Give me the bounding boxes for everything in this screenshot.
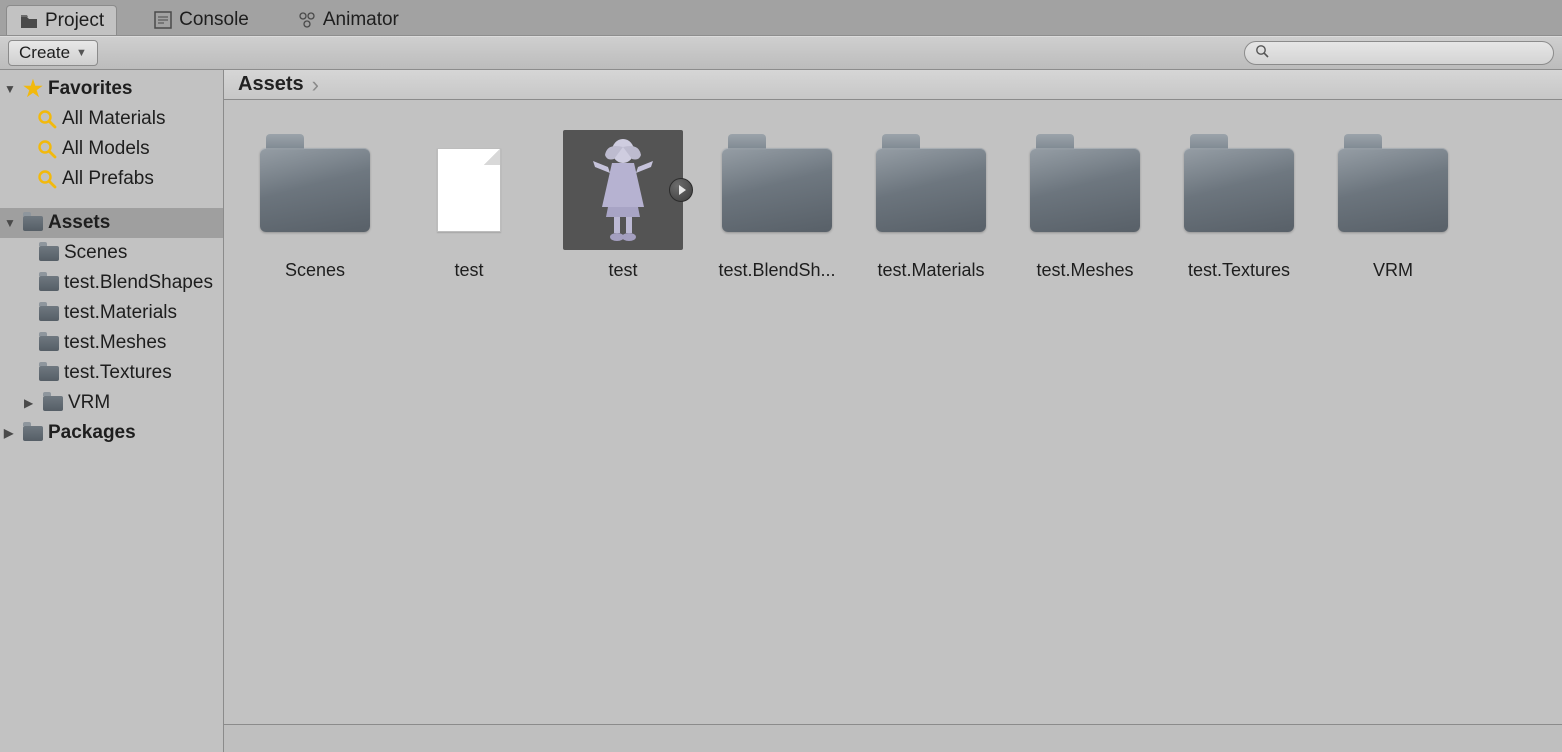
tree-packages[interactable]: ▶ Packages (0, 418, 223, 448)
play-badge-icon[interactable] (669, 178, 693, 202)
asset-item-label: test.Textures (1188, 260, 1290, 281)
folder-icon (38, 242, 60, 264)
asset-item-label: test.Materials (877, 260, 984, 281)
status-bar (224, 724, 1562, 752)
search-field[interactable] (1244, 41, 1554, 65)
tree-favorites[interactable]: ▼ ★ Favorites (0, 74, 223, 104)
tree-assets[interactable]: ▼ Assets (0, 208, 223, 238)
asset-item-label: test (608, 260, 637, 281)
dropdown-caret-icon: ▼ (76, 47, 87, 59)
asset-item-test-prefab[interactable]: test (562, 130, 684, 281)
search-icon (36, 108, 58, 130)
tree-fav-all-prefabs[interactable]: All Prefabs (0, 164, 223, 194)
search-input[interactable] (1275, 45, 1543, 62)
expand-arrow-icon[interactable]: ▶ (4, 426, 18, 440)
create-button-label: Create (19, 43, 70, 63)
animator-icon (297, 10, 317, 30)
asset-item-label: test.Meshes (1036, 260, 1133, 281)
chevron-right-icon: › (312, 72, 319, 98)
asset-item-test-file[interactable]: test (408, 130, 530, 281)
tree-fav-all-materials[interactable]: All Materials (0, 104, 223, 134)
asset-item-materials[interactable]: test.Materials (870, 130, 992, 281)
create-button[interactable]: Create ▼ (8, 40, 98, 66)
expand-arrow-icon[interactable]: ▶ (24, 396, 38, 410)
project-icon (19, 11, 39, 31)
breadcrumb-root[interactable]: Assets (238, 73, 304, 96)
prefab-thumbnail (563, 130, 683, 250)
expand-arrow-icon[interactable]: ▼ (4, 82, 18, 96)
asset-item-scenes[interactable]: Scenes (254, 130, 376, 281)
tree-favorites-label: Favorites (48, 78, 132, 100)
tree-item-textures[interactable]: test.Textures (0, 358, 223, 388)
tab-console-label: Console (179, 9, 249, 31)
asset-item-vrm[interactable]: VRM (1332, 130, 1454, 281)
tree-item-materials[interactable]: test.Materials (0, 298, 223, 328)
folder-icon (38, 302, 60, 324)
search-icon (1255, 44, 1269, 62)
project-toolbar: Create ▼ (0, 36, 1562, 70)
tree-item-label: test.Materials (64, 302, 177, 324)
asset-browser: Assets › Scenes test (224, 70, 1562, 752)
tree-item-label: All Models (62, 138, 150, 160)
tree-item-label: Scenes (64, 242, 127, 264)
asset-grid[interactable]: Scenes test (224, 100, 1562, 724)
tree-item-meshes[interactable]: test.Meshes (0, 328, 223, 358)
asset-item-label: test (454, 260, 483, 281)
asset-item-label: Scenes (285, 260, 345, 281)
tree-item-label: All Prefabs (62, 168, 154, 190)
asset-item-blendshapes[interactable]: test.BlendSh... (716, 130, 838, 281)
folder-icon (22, 212, 44, 234)
tab-project-label: Project (45, 10, 104, 32)
tree-fav-all-models[interactable]: All Models (0, 134, 223, 164)
search-icon (36, 168, 58, 190)
expand-arrow-icon[interactable]: ▼ (4, 216, 18, 230)
asset-item-textures[interactable]: test.Textures (1178, 130, 1300, 281)
asset-item-meshes[interactable]: test.Meshes (1024, 130, 1146, 281)
tab-console[interactable]: Console (141, 5, 261, 35)
breadcrumb: Assets › (224, 70, 1562, 100)
folder-icon (42, 392, 64, 414)
folder-icon (22, 422, 44, 444)
tab-project[interactable]: Project (6, 5, 117, 35)
tree-assets-label: Assets (48, 212, 110, 234)
folder-icon (38, 272, 60, 294)
tree-item-label: VRM (68, 392, 110, 414)
folder-icon (1333, 130, 1453, 250)
folder-icon (38, 332, 60, 354)
asset-item-label: test.BlendSh... (718, 260, 835, 281)
folder-tree: ▼ ★ Favorites All Materials All Models A… (0, 70, 224, 752)
folder-icon (717, 130, 837, 250)
tab-animator[interactable]: Animator (285, 5, 411, 35)
tree-item-scenes[interactable]: Scenes (0, 238, 223, 268)
folder-icon (871, 130, 991, 250)
console-icon (153, 10, 173, 30)
panel-tabs: Project Console Animator (0, 0, 1562, 36)
tree-packages-label: Packages (48, 422, 136, 444)
tree-item-label: test.BlendShapes (64, 272, 213, 294)
file-icon (409, 130, 529, 250)
asset-item-label: VRM (1373, 260, 1413, 281)
tree-item-vrm[interactable]: ▶ VRM (0, 388, 223, 418)
tree-item-label: test.Meshes (64, 332, 166, 354)
character-thumbnail-icon (588, 137, 658, 243)
star-icon: ★ (22, 78, 44, 100)
tab-animator-label: Animator (323, 9, 399, 31)
search-icon (36, 138, 58, 160)
tree-item-label: All Materials (62, 108, 165, 130)
tree-item-label: test.Textures (64, 362, 172, 384)
folder-icon (38, 362, 60, 384)
folder-icon (1025, 130, 1145, 250)
folder-icon (255, 130, 375, 250)
folder-icon (1179, 130, 1299, 250)
tree-item-blendshapes[interactable]: test.BlendShapes (0, 268, 223, 298)
